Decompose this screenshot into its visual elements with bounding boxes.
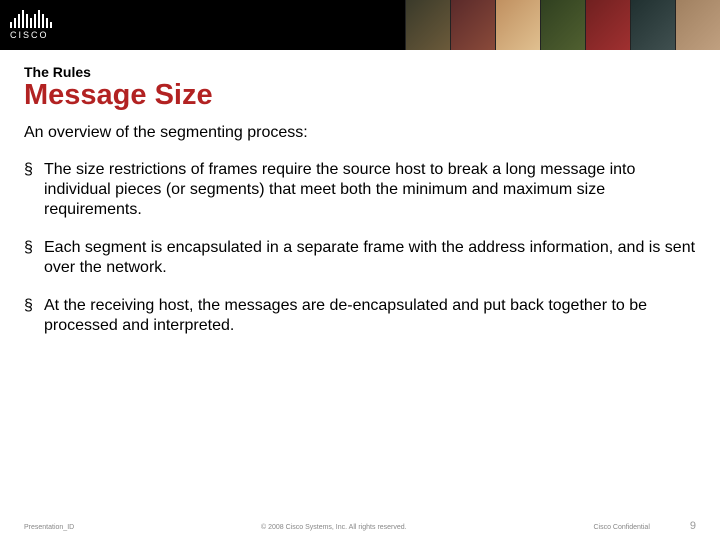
top-banner: CISCO (0, 0, 720, 50)
banner-photo (450, 0, 495, 50)
footer-presentation-id: Presentation_ID (24, 524, 74, 531)
slide-title: Message Size (24, 80, 696, 110)
bullet-item: At the receiving host, the messages are … (24, 296, 696, 336)
slide-footer: Presentation_ID © 2008 Cisco Systems, In… (0, 520, 720, 532)
intro-text: An overview of the segmenting process: (24, 124, 696, 142)
banner-photo (405, 0, 450, 50)
slide: CISCO The Rules Message Size An overview… (0, 0, 720, 540)
kicker-text: The Rules (24, 64, 696, 80)
banner-photo (675, 0, 720, 50)
footer-copyright: © 2008 Cisco Systems, Inc. All rights re… (74, 524, 593, 531)
banner-photo (585, 0, 630, 50)
footer-confidential: Cisco Confidential (593, 524, 649, 531)
bullet-list: The size restrictions of frames require … (24, 160, 696, 336)
slide-content: The Rules Message Size An overview of th… (0, 50, 720, 336)
cisco-logo-text: CISCO (10, 30, 52, 40)
footer-page-number: 9 (690, 520, 696, 532)
banner-photo (630, 0, 675, 50)
cisco-logo: CISCO (0, 0, 52, 50)
banner-photo (495, 0, 540, 50)
cisco-logo-bars-icon (10, 10, 52, 28)
bullet-item: The size restrictions of frames require … (24, 160, 696, 220)
banner-photo (540, 0, 585, 50)
bullet-item: Each segment is encapsulated in a separa… (24, 238, 696, 278)
banner-photo-strip (405, 0, 720, 50)
